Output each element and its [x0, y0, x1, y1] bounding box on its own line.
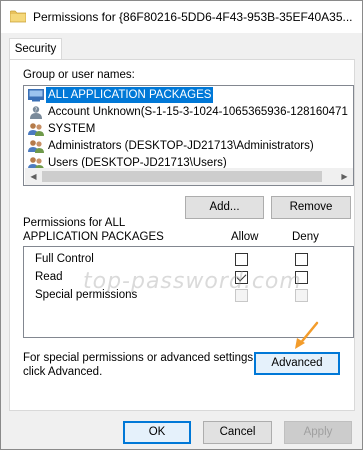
app-packages-icon — [28, 89, 44, 102]
title-bar: Permissions for {86F80216-5DD6-4F43-953B… — [1, 1, 362, 33]
permissions-header-line1: Permissions for ALL — [23, 217, 126, 229]
tab-security[interactable]: Security — [9, 38, 62, 60]
group-icon — [28, 140, 44, 153]
cancel-button[interactable]: Cancel — [203, 421, 272, 444]
annotation-arrow-icon — [295, 321, 319, 349]
permission-name: Read — [35, 271, 63, 283]
list-item[interactable]: Administrators (DESKTOP-JD21713\Administ… — [25, 138, 352, 154]
list-item[interactable]: ALL APPLICATION PACKAGES — [25, 87, 352, 103]
window-title: Permissions for {86F80216-5DD6-4F43-953B… — [33, 10, 353, 24]
group-icon — [28, 157, 44, 168]
folder-icon — [10, 10, 26, 23]
deny-column-label: Deny — [292, 231, 319, 243]
group-icon — [28, 123, 44, 136]
full-control-allow-checkbox[interactable] — [235, 253, 248, 266]
scroll-left-icon[interactable]: ◀ — [25, 168, 42, 185]
special-permissions-deny-checkbox — [295, 289, 308, 302]
group-names-label: Group or user names: — [23, 69, 135, 81]
list-item[interactable]: SYSTEM — [25, 121, 352, 137]
permissions-header-line2: APPLICATION PACKAGES — [23, 231, 164, 243]
advanced-help-line2: click Advanced. — [23, 366, 103, 378]
advanced-help-line1: For special permissions or advanced sett… — [23, 352, 257, 364]
list-item[interactable]: Users (DESKTOP-JD21713\Users) — [25, 155, 352, 168]
full-control-deny-checkbox[interactable] — [295, 253, 308, 266]
permission-name: Special permissions — [35, 289, 138, 301]
scroll-right-icon[interactable]: ▶ — [336, 168, 353, 185]
group-user-listbox[interactable]: ALL APPLICATION PACKAGES ? Account Unkno… — [23, 85, 354, 186]
read-allow-checkbox[interactable] — [235, 271, 248, 284]
advanced-button[interactable]: Advanced — [254, 352, 340, 375]
svg-text:?: ? — [35, 108, 38, 114]
list-item[interactable]: ? Account Unknown(S-1-15-3-1024-10653659… — [25, 104, 352, 120]
add-button[interactable]: Add... — [185, 196, 264, 219]
apply-button: Apply — [284, 421, 352, 444]
special-permissions-allow-checkbox — [235, 289, 248, 302]
scrollbar-thumb[interactable] — [42, 171, 322, 182]
read-deny-checkbox[interactable] — [295, 271, 308, 284]
ok-button[interactable]: OK — [123, 421, 191, 444]
user-unknown-icon: ? — [30, 106, 42, 119]
horizontal-scrollbar[interactable]: ◀ ▶ — [25, 168, 353, 185]
allow-column-label: Allow — [231, 231, 259, 243]
permissions-dialog: Permissions for {86F80216-5DD6-4F43-953B… — [0, 0, 363, 450]
remove-button[interactable]: Remove — [271, 196, 351, 219]
permission-name: Full Control — [35, 253, 94, 265]
